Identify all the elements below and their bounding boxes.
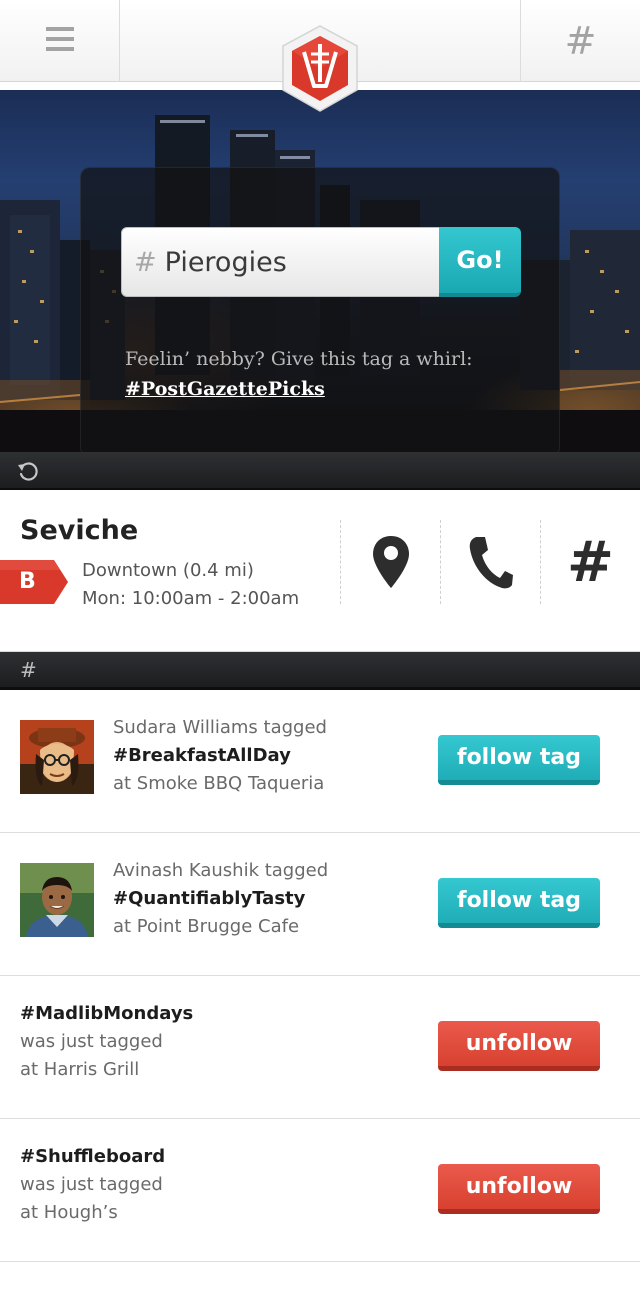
suggestion-text: Feelin’ nebby? Give this tag a whirl: — [125, 348, 473, 370]
hashtag-section-label: # — [20, 658, 37, 682]
map-button[interactable] — [340, 520, 440, 604]
feed-text: #MadlibMondays was just tagged at Harris… — [20, 1000, 193, 1084]
feed-status: was just tagged — [20, 1174, 163, 1195]
user-avatar-image — [20, 863, 94, 937]
feed-status: was just tagged — [20, 1031, 163, 1052]
feed-item: Sudara Williams tagged #BreakfastAllDay … — [0, 690, 640, 833]
feed-tag[interactable]: #MadlibMondays — [20, 1000, 193, 1028]
feed-place[interactable]: at Harris Grill — [20, 1056, 193, 1084]
feed-text: Avinash Kaushik tagged #QuantifiablyTast… — [113, 857, 328, 941]
tag-suggestion: Feelin’ nebby? Give this tag a whirl: #P… — [125, 344, 525, 404]
avatar[interactable] — [20, 863, 94, 937]
grade-letter: B — [19, 569, 36, 594]
feed-user: Avinash Kaushik tagged — [113, 860, 329, 881]
call-button[interactable] — [440, 520, 540, 604]
feed-text: #Shuffleboard was just tagged at Hough’s — [20, 1143, 165, 1227]
map-pin-icon — [372, 536, 409, 588]
search-panel: # Pierogies Go! Feelin’ nebby? Give this… — [80, 167, 560, 452]
hero-banner: # Pierogies Go! Feelin’ nebby? Give this… — [0, 90, 640, 452]
grade-badge: B — [0, 560, 70, 604]
feed-item: #Shuffleboard was just tagged at Hough’s… — [0, 1119, 640, 1262]
avatar[interactable] — [20, 720, 94, 794]
refresh-icon[interactable] — [16, 459, 40, 483]
feed-tag[interactable]: #Shuffleboard — [20, 1143, 165, 1171]
feed-tag[interactable]: #QuantifiablyTasty — [113, 885, 328, 913]
feed-text: Sudara Williams tagged #BreakfastAllDay … — [113, 714, 327, 798]
feed-item: #MadlibMondays was just tagged at Harris… — [0, 976, 640, 1119]
hashtag-nav-label: # — [564, 19, 597, 63]
go-button[interactable]: Go! — [439, 227, 521, 297]
venue-location: Downtown (0.4 mi) — [82, 560, 254, 581]
phone-icon — [469, 537, 513, 589]
unfollow-button[interactable]: unfollow — [438, 1164, 600, 1214]
feed-user: Sudara Williams tagged — [113, 717, 327, 738]
follow-tag-button[interactable]: follow tag — [438, 735, 600, 785]
venue-name: Seviche — [20, 515, 139, 546]
app-logo-icon[interactable] — [280, 24, 360, 114]
user-avatar-image — [20, 720, 94, 794]
venue-hashtag-button[interactable]: # — [540, 520, 640, 604]
suggested-tag-link[interactable]: #PostGazettePicks — [125, 378, 325, 400]
feed-item: Avinash Kaushik tagged #QuantifiablyTast… — [0, 833, 640, 976]
feed-place[interactable]: at Point Brugge Cafe — [113, 913, 328, 941]
venue-hours: Mon: 10:00am - 2:00am — [82, 588, 300, 609]
follow-tag-button[interactable]: follow tag — [438, 878, 600, 928]
feed-tag[interactable]: #BreakfastAllDay — [113, 742, 327, 770]
hashtag-nav-button[interactable]: # — [520, 0, 640, 82]
feed-place[interactable]: at Hough’s — [20, 1199, 165, 1227]
unfollow-button[interactable]: unfollow — [438, 1021, 600, 1071]
venue-card[interactable]: Seviche B Downtown (0.4 mi) Mon: 10:00am… — [0, 490, 640, 652]
feed-place[interactable]: at Smoke BBQ Taqueria — [113, 770, 327, 798]
venue-hashtag-icon: # — [567, 529, 614, 595]
tag-search-input[interactable]: # Pierogies — [121, 227, 441, 297]
search-hash-prefix: # — [134, 246, 157, 278]
venue-details: Downtown (0.4 mi) Mon: 10:00am - 2:00am — [82, 557, 299, 613]
menu-button[interactable] — [0, 0, 120, 82]
hashtag-section-header: # — [0, 652, 640, 690]
refresh-bar — [0, 452, 640, 490]
tag-feed: Sudara Williams tagged #BreakfastAllDay … — [0, 690, 640, 1262]
hamburger-menu-icon — [45, 27, 74, 51]
search-input-value: Pierogies — [164, 246, 287, 278]
